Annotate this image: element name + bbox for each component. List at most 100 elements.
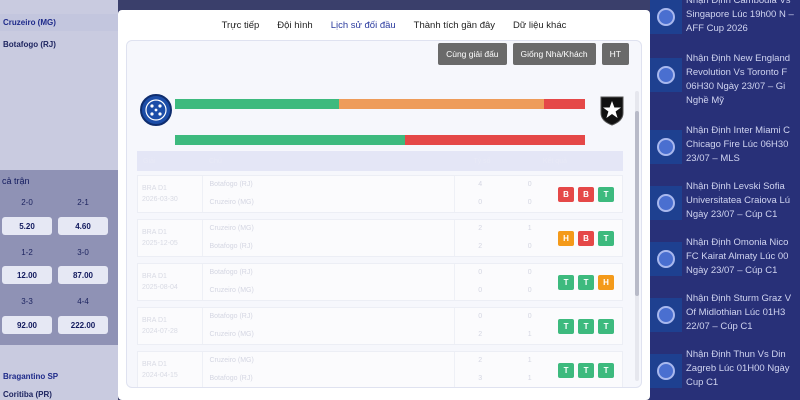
league-name: BRA D1	[142, 229, 167, 236]
home-score: 0	[478, 269, 483, 276]
match-date: 2025-08-04	[142, 284, 178, 291]
tab-live[interactable]: Trực tiếp	[222, 20, 260, 31]
tab-bar: Trực tiếp Đội hình Lịch sử đối đầu Thành…	[118, 10, 650, 40]
result-badge: T	[558, 362, 575, 378]
away-score: 2	[478, 243, 483, 250]
news-thumbnail	[650, 186, 682, 220]
result-badge: T	[578, 318, 595, 334]
h2h-loss-segment	[404, 135, 585, 145]
half-time-button[interactable]: HT	[601, 43, 629, 65]
news-thumbnail	[650, 354, 682, 388]
home-team: Cruzeiro (MG)	[209, 225, 254, 232]
odds-button[interactable]: 12.00	[2, 266, 52, 284]
odds-button[interactable]: 4.60	[58, 217, 108, 235]
news-title: Nhận Định New England Revolution Vs Toro…	[686, 53, 791, 106]
table-row[interactable]: BRA D1 2024-04-15 Cruzeiro (MG) Botafogo (…	[137, 351, 623, 387]
club-crest-icon	[657, 66, 675, 84]
news-thumbnail	[650, 298, 682, 332]
away-team: Botafogo (RJ)	[209, 375, 253, 382]
table-row[interactable]: BRA D1 2025-12-05 Cruzeiro (MG) Botafogo (…	[137, 219, 623, 257]
news-item[interactable]: Nhận Định Cambodia Vs Singapore Lúc 19h0…	[650, 0, 800, 36]
table-header: Giải Chủ Tỷ số Kết quả	[137, 151, 623, 171]
odds-button[interactable]: 87.00	[58, 266, 108, 284]
match-date: 2024-04-15	[142, 372, 178, 379]
match-date: 2026-03-30	[142, 196, 178, 203]
h2h-loss-segment	[544, 99, 585, 109]
news-item[interactable]: Nhận Định Thun Vs Din Zagreb Lúc 01H00 N…	[650, 348, 800, 390]
tab-lineup[interactable]: Đội hình	[277, 20, 312, 31]
same-league-button[interactable]: Cùng giải đấu	[438, 43, 507, 65]
home-ht-score: 0	[527, 313, 532, 320]
result-badge: B	[578, 230, 595, 246]
odds-label: 3-3	[21, 297, 33, 306]
odds-label: 3-0	[77, 248, 89, 257]
away-score: 0	[478, 287, 483, 294]
cruzeiro-logo-icon	[140, 94, 172, 126]
table-row[interactable]: BRA D1 2026-03-30 Botafogo (RJ) Cruzeiro (…	[137, 175, 623, 213]
news-title: Nhận Định Thun Vs Din Zagreb Lúc 01H00 N…	[686, 349, 790, 388]
tab-other-data[interactable]: Dữ liệu khác	[513, 20, 566, 31]
h2h-result-bar	[175, 99, 585, 109]
news-item[interactable]: Nhận Định Sturm Graz V Of Midlothian Lúc…	[650, 292, 800, 334]
botafogo-logo-icon	[600, 96, 624, 126]
result-badges: T T T	[555, 318, 622, 334]
league-name: BRA D1	[142, 361, 167, 368]
away-ht-score: 1	[527, 331, 532, 338]
away-score: 0	[478, 199, 483, 206]
news-item[interactable]: Nhận Định Levski Sofia Universitatea Cra…	[650, 180, 800, 222]
odds-label: 2-1	[77, 198, 89, 207]
club-crest-icon	[657, 250, 675, 268]
match-detail-modal: Trực tiếp Đội hình Lịch sử đối đầu Thành…	[118, 10, 650, 400]
league-name: BRA D1	[142, 317, 167, 324]
news-title: Nhận Định Sturm Graz V Of Midlothian Lúc…	[686, 293, 792, 332]
column-header: Tỷ số	[473, 157, 491, 165]
scrollbar[interactable]	[635, 91, 639, 381]
match-date: 2025-12-05	[142, 240, 178, 247]
result-badges: T T H	[555, 274, 622, 290]
team-name: Coritiba (PR)	[3, 390, 52, 399]
home-score: 2	[478, 225, 483, 232]
news-thumbnail	[650, 0, 682, 34]
away-ht-score: 1	[527, 375, 532, 382]
home-ht-score: 0	[527, 269, 532, 276]
league-name: BRA D1	[142, 185, 167, 192]
news-title: Nhận Định Omonia Nico FC Kairat Almaty L…	[686, 237, 789, 276]
club-crest-icon	[657, 362, 675, 380]
column-header: Giải	[143, 157, 156, 165]
odds-label: 1-2	[21, 248, 33, 257]
tab-head-to-head[interactable]: Lịch sử đối đầu	[331, 20, 396, 31]
news-item[interactable]: Nhận Định Omonia Nico FC Kairat Almaty L…	[650, 236, 800, 278]
away-ht-score: 0	[527, 199, 532, 206]
result-badge: T	[578, 274, 595, 290]
table-row[interactable]: BRA D1 2025-08-04 Botafogo (RJ) Cruzeiro (…	[137, 263, 623, 301]
team-name: Cruzeiro (MG)	[0, 14, 118, 31]
h2h-win-segment	[175, 135, 405, 145]
odds-button[interactable]: 222.00	[58, 316, 108, 334]
odds-button[interactable]: 5.20	[2, 217, 52, 235]
scrollbar-thumb[interactable]	[635, 111, 639, 296]
odds-button[interactable]: 92.00	[2, 316, 52, 334]
odds-label: 2-0	[21, 198, 33, 207]
news-title: Nhận Định Cambodia Vs Singapore Lúc 19h0…	[686, 0, 794, 34]
h2h-win-segment	[175, 99, 339, 109]
result-badge: T	[558, 318, 575, 334]
away-score: 3	[478, 375, 483, 382]
club-crest-icon	[657, 8, 675, 26]
result-badge: T	[578, 362, 595, 378]
result-badges: H B T	[555, 230, 622, 246]
same-home-away-button[interactable]: Giống Nhà/Khách	[512, 43, 596, 65]
home-score: 4	[478, 181, 483, 188]
column-header: Chủ	[209, 157, 222, 165]
news-item[interactable]: Nhận Định Inter Miami C Chicago Fire Lúc…	[650, 124, 800, 166]
news-item[interactable]: Nhận Định New England Revolution Vs Toro…	[650, 52, 800, 108]
result-badges: T T T	[555, 362, 622, 378]
news-thumbnail	[650, 58, 682, 92]
news-thumbnail	[650, 242, 682, 276]
away-ht-score: 0	[527, 243, 532, 250]
odds-label: 4-4	[77, 297, 89, 306]
tab-recent-form[interactable]: Thành tích gần đây	[414, 20, 495, 31]
league-name: BRA D1	[142, 273, 167, 280]
result-badge: B	[578, 186, 595, 202]
table-row[interactable]: BRA D1 2024-07-28 Botafogo (RJ) Cruzeiro (…	[137, 307, 623, 345]
column-header: Kết quả	[542, 157, 567, 165]
